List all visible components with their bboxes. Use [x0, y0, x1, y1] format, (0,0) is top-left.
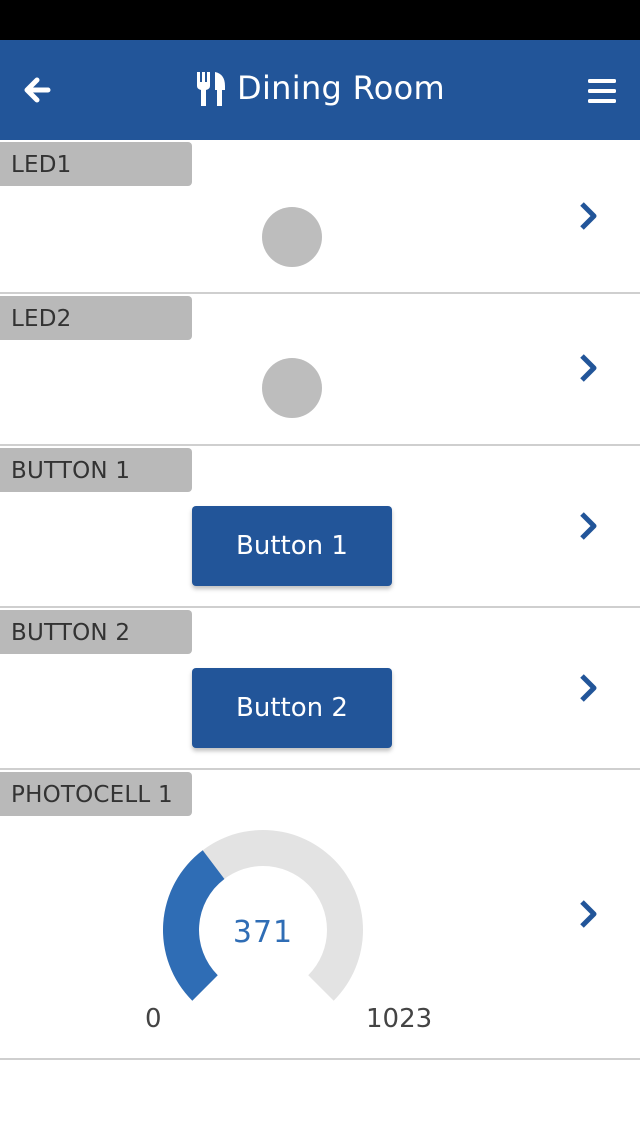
panel-label: BUTTON 1 [0, 448, 192, 492]
fork-knife-icon [197, 72, 226, 106]
page-title: Dining Room [237, 69, 445, 107]
panel-label: PHOTOCELL 1 [0, 772, 192, 816]
button-2[interactable]: Button 2 [192, 668, 392, 748]
panel-button2: BUTTON 2 Button 2 [0, 608, 640, 770]
photocell-gauge: 371 [163, 830, 363, 1001]
gauge-fill [163, 850, 225, 1001]
chevron-right-icon[interactable] [572, 196, 604, 236]
panel-button1: BUTTON 1 Button 1 [0, 446, 640, 608]
chevron-right-icon[interactable] [572, 348, 604, 388]
panel-label: BUTTON 2 [0, 610, 192, 654]
menu-button[interactable] [580, 72, 624, 112]
gauge-min-label: 0 [145, 1004, 162, 1034]
back-button[interactable] [18, 70, 58, 110]
led-indicator [262, 207, 322, 267]
button-1[interactable]: Button 1 [192, 506, 392, 586]
panel-label: LED1 [0, 142, 192, 186]
panel-led2: LED2 [0, 294, 640, 446]
gauge-max-label: 1023 [366, 1004, 433, 1034]
chevron-right-icon[interactable] [572, 668, 604, 708]
chevron-right-icon[interactable] [572, 506, 604, 546]
title-wrap: Dining Room [0, 40, 640, 140]
panel-photocell1: PHOTOCELL 1 371 0 1023 [0, 770, 640, 1060]
hamburger-menu-icon [588, 79, 616, 103]
led-indicator [262, 358, 322, 418]
status-bar [0, 0, 640, 40]
arrow-left-icon [24, 77, 51, 103]
chevron-right-icon[interactable] [572, 894, 604, 934]
app-header: Dining Room [0, 40, 640, 140]
gauge-value: 371 [233, 915, 293, 950]
panel-label: LED2 [0, 296, 192, 340]
panel-led1: LED1 [0, 140, 640, 294]
